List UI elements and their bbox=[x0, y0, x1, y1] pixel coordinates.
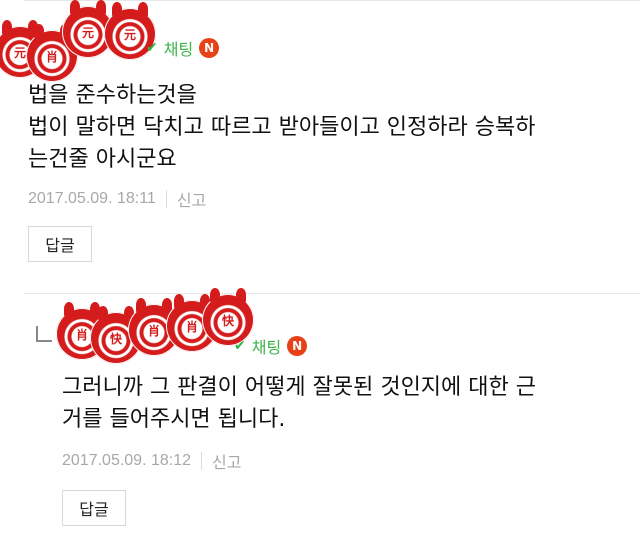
new-badge: N bbox=[199, 38, 220, 58]
reply-button[interactable]: 답글 bbox=[62, 490, 126, 526]
chat-check-icon: ✔ bbox=[234, 338, 246, 354]
chat-label: 채팅 bbox=[251, 338, 282, 357]
comment-text: 법을 준수하는것을 법이 말하면 닥치고 따르고 받아들이고 인정하라 승복하 … bbox=[28, 80, 535, 176]
report-link[interactable]: 신고 bbox=[177, 187, 206, 211]
comment-date: 2017.05.09. 18:11 bbox=[28, 190, 156, 207]
comment-line: 법을 준수하는것을 bbox=[28, 83, 197, 108]
meta-separator bbox=[165, 190, 167, 208]
comment-text: 그러니까 그 판결이 어떻게 잘못된 것인지에 대한 근 거를 들어주시면 됩니… bbox=[62, 372, 536, 436]
comment-meta: 2017.05.09. 18:12 신고 bbox=[62, 449, 241, 473]
new-badge: N bbox=[287, 336, 308, 356]
comment-date: 2017.05.09. 18:12 bbox=[62, 452, 192, 469]
chat-label: 채팅 bbox=[163, 40, 194, 59]
comment-meta: 2017.05.09. 18:11 신고 bbox=[28, 187, 206, 211]
meta-separator bbox=[201, 452, 203, 470]
report-link[interactable]: 신고 bbox=[212, 449, 241, 473]
chat-check-icon: ✔ bbox=[146, 40, 158, 56]
sticker-glyph: 快 bbox=[221, 314, 234, 328]
top-divider bbox=[24, 0, 640, 1]
comment-line: 법이 말하면 닥치고 따르고 받아들이고 인정하라 승복하 bbox=[28, 115, 536, 140]
comment-line: 거를 들어주시면 됩니다. bbox=[62, 407, 286, 432]
reply-button[interactable]: 답글 bbox=[28, 226, 92, 262]
comment-line: 는건줄 아시군요 bbox=[28, 147, 177, 172]
chat-link[interactable]: ✔ 채팅 N bbox=[146, 36, 220, 60]
author-stickers: 元 肖 元 元 bbox=[0, 0, 170, 88]
comment-line: 그러니까 그 판결이 어떻게 잘못된 것인지에 대한 근 bbox=[62, 375, 536, 400]
chat-link[interactable]: ✔ 채팅 N bbox=[234, 334, 308, 358]
